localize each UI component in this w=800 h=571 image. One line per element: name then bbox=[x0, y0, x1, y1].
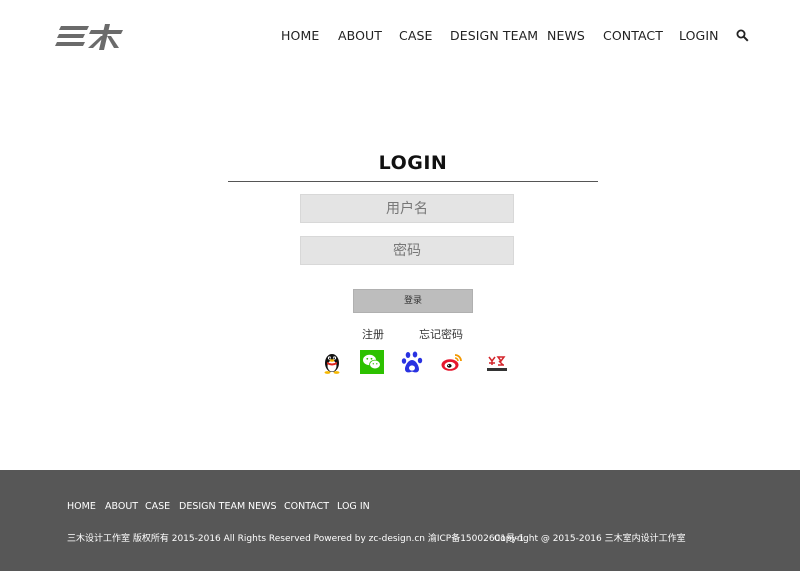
wechat-icon[interactable] bbox=[359, 349, 385, 375]
footer-copyright-right: Copyright @ 2015-2016 三木室内设计工作室 bbox=[494, 534, 686, 544]
title-divider bbox=[228, 181, 598, 182]
site-header: HOME ABOUT CASE DESIGN TEAM NEWS CONTACT… bbox=[0, 0, 800, 70]
footer-nav-design-team[interactable]: DESIGN TEAM bbox=[179, 501, 245, 512]
nav-case[interactable]: CASE bbox=[399, 28, 433, 43]
login-title: LOGIN bbox=[378, 152, 448, 174]
forgot-password-link[interactable]: 忘记密码 bbox=[419, 326, 463, 342]
nav-home[interactable]: HOME bbox=[281, 28, 319, 43]
weibo-icon[interactable] bbox=[439, 349, 465, 375]
footer-nav-home[interactable]: HOME bbox=[67, 501, 96, 512]
site-footer: HOME ABOUT CASE DESIGN TEAM NEWS CONTACT… bbox=[0, 470, 800, 571]
footer-nav-login[interactable]: LOG IN bbox=[337, 501, 370, 512]
footer-nav-case[interactable]: CASE bbox=[145, 501, 170, 512]
password-input[interactable] bbox=[300, 236, 514, 265]
netease-icon[interactable] bbox=[484, 349, 510, 375]
search-icon[interactable] bbox=[736, 29, 749, 42]
nav-news[interactable]: NEWS bbox=[547, 28, 585, 43]
nav-design-team[interactable]: DESIGN TEAM bbox=[450, 28, 538, 43]
login-submit-button[interactable]: 登录 bbox=[353, 289, 473, 313]
baidu-icon[interactable] bbox=[400, 349, 426, 375]
username-input[interactable] bbox=[300, 194, 514, 223]
site-logo[interactable] bbox=[55, 24, 125, 50]
qq-icon[interactable] bbox=[319, 349, 345, 375]
footer-copyright-left: 三木设计工作室 版权所有 2015-2016 All Rights Reserv… bbox=[67, 534, 524, 544]
nav-login[interactable]: LOGIN bbox=[679, 28, 719, 43]
nav-about[interactable]: ABOUT bbox=[338, 28, 382, 43]
footer-nav-about[interactable]: ABOUT bbox=[105, 501, 138, 512]
register-link[interactable]: 注册 bbox=[362, 326, 384, 342]
footer-nav-news[interactable]: NEWS bbox=[248, 501, 277, 512]
nav-contact[interactable]: CONTACT bbox=[603, 28, 663, 43]
footer-nav-contact[interactable]: CONTACT bbox=[284, 501, 329, 512]
